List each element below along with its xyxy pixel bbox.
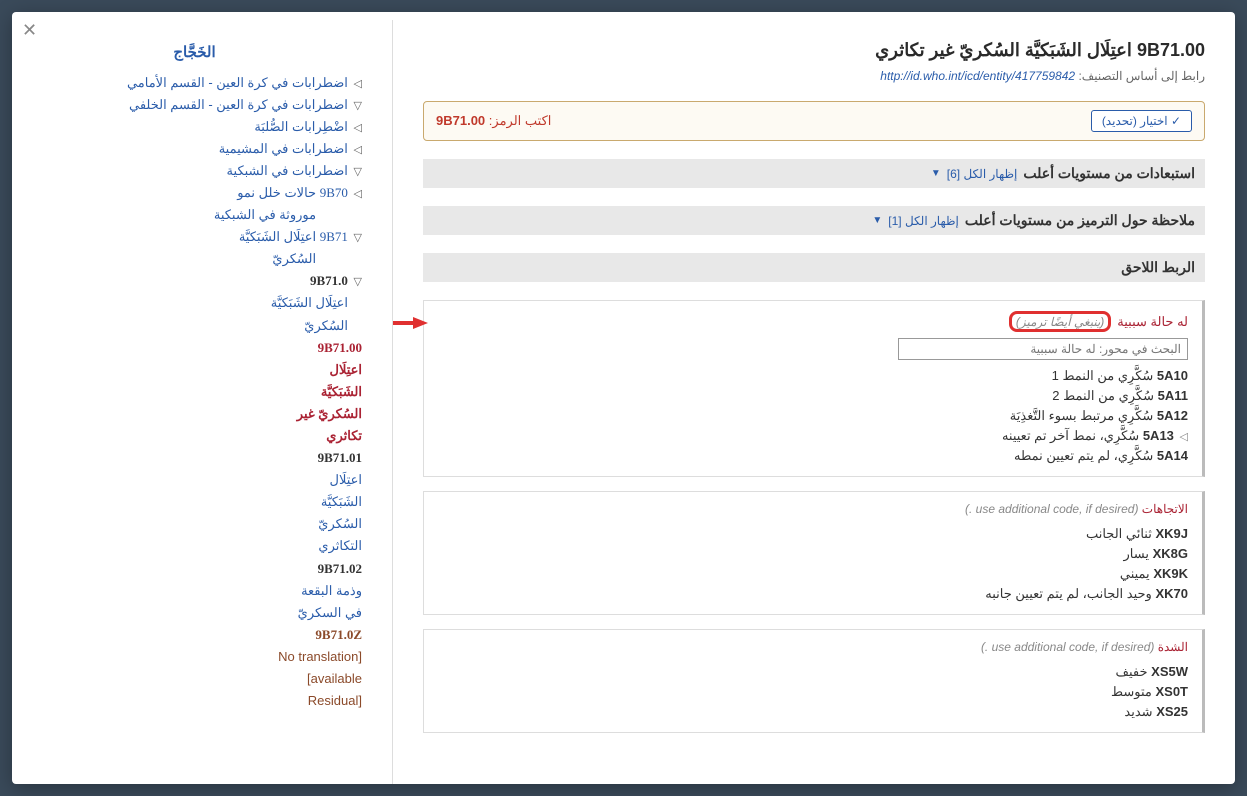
postcoord-severity: الشدة (. use additional code, if desired…	[423, 629, 1205, 733]
coding-note-label: ملاحظة حول الترميز من مستويات أعلٮ	[965, 212, 1195, 229]
postcoord-header: الربط اللاحق	[423, 253, 1205, 282]
tree-node-selected[interactable]: 9B71.00اعتِلَال الشَبَكيَّة السُكريّ غير…	[27, 337, 362, 447]
tree-node[interactable]: ◁ 9B70 حالات خلل نمو موروثة في الشبكية	[27, 182, 362, 226]
annotation-highlight: (ينبغي أيضًا ترميز)	[1009, 311, 1111, 332]
tree-node[interactable]: ▽ 9B71.0اعتِلَال الشَبَكيَّة السُكريّ	[27, 270, 362, 336]
code-value: 9B71.00	[436, 113, 485, 128]
list-item[interactable]: XK8G يسار	[438, 544, 1188, 564]
list-item[interactable]: XK9J ثنائي الجانب	[438, 524, 1188, 544]
code-prompt: اكتب الرمز: 9B71.00	[436, 113, 551, 129]
chevron-left-icon: ◁	[354, 78, 362, 90]
page-title: 9B71.00 اعتِلَال الشَبَكيَّة السُكريّ غي…	[423, 40, 1205, 61]
postcoord-label: الربط اللاحق	[1121, 259, 1195, 276]
exclusions-header[interactable]: استبعادات من مستويات أعلٮ إظهار الكل [6]…	[423, 159, 1205, 188]
chevron-down-icon: ▼	[931, 168, 941, 179]
tree-node[interactable]: ◁ اضْطِرابات الصُّلبَة	[27, 116, 362, 138]
list-item[interactable]: 5A12 سُكَّرِي مرتبط بسوء التَّغذِيَة	[438, 406, 1188, 426]
uri-link[interactable]: http://id.who.int/icd/entity/417759842	[880, 69, 1075, 83]
exclusions-label: استبعادات من مستويات أعلٮ	[1023, 165, 1195, 182]
list-item[interactable]: XS0T متوسط	[438, 682, 1188, 702]
postcoord-causal-title: له حالة سببية (ينبغي أيضًا ترميز)	[438, 311, 1188, 332]
tree-node[interactable]: ▽ 9B71 اعتِلَال الشَبَكيَّة السُكريّ	[27, 226, 362, 270]
tree-node[interactable]: 9B71.02وذمة البقعة في السكريّ	[27, 558, 362, 624]
causal-label: له حالة سببية	[1117, 314, 1188, 330]
exclusions-toggle[interactable]: إظهار الكل [6]	[947, 167, 1018, 181]
severity-title: الشدة (. use additional code, if desired…	[438, 640, 1188, 654]
annotation-arrow	[392, 313, 428, 333]
chevron-down-icon: ▼	[872, 215, 882, 226]
select-button[interactable]: ✓ اختيار (تحديد)	[1091, 110, 1192, 132]
main-panel: 9B71.00 اعتِلَال الشَبَكيَّة السُكريّ غي…	[392, 20, 1235, 784]
hierarchy-sidebar: الخَجَّاج ◁ اضطرابات في كرة العين - القس…	[12, 20, 392, 784]
close-icon[interactable]: ✕	[22, 20, 37, 41]
list-item[interactable]: 5A14 سُكَّرِي، لم يتم تعيين نمطه	[438, 446, 1188, 466]
list-item[interactable]: XS5W خفيف	[438, 662, 1188, 682]
chevron-down-icon: ▽	[354, 100, 362, 112]
should-code-note: (ينبغي أيضًا ترميز)	[1016, 315, 1104, 329]
tree-node[interactable]: 9B71.01اعتِلَال الشَبَكيَّة السُكريّ الت…	[27, 447, 362, 557]
foundation-uri: رابط إلى أساس التصنيف: http://id.who.int…	[423, 69, 1205, 83]
expand-icon[interactable]: ◁	[1180, 431, 1188, 443]
laterality-title: الاتجاهات (. use additional code, if des…	[438, 502, 1188, 516]
title-code: 9B71.00	[1137, 40, 1205, 60]
postcoord-laterality: الاتجاهات (. use additional code, if des…	[423, 491, 1205, 615]
tree-node[interactable]: ▽ اضطرابات في الشبكية	[27, 160, 362, 182]
list-item[interactable]: XK9K يميني	[438, 564, 1188, 584]
coding-note-header[interactable]: ملاحظة حول الترميز من مستويات أعلٮ إظهار…	[423, 206, 1205, 235]
list-item[interactable]: ◁ 5A13 سُكَّرِي، نمط آخر تم تعيينه	[438, 426, 1188, 446]
postcoord-causal: له حالة سببية (ينبغي أيضًا ترميز) 5A10 س…	[423, 300, 1205, 477]
causal-search-input[interactable]	[898, 338, 1188, 360]
tree-node[interactable]: ◁ اضطرابات في المشيمية	[27, 138, 362, 160]
tree-node[interactable]: 9B71.0Z[No translation available] [Resid…	[27, 624, 362, 712]
code-bar: ✓ اختيار (تحديد) اكتب الرمز: 9B71.00	[423, 101, 1205, 141]
modal-content: 9B71.00 اعتِلَال الشَبَكيَّة السُكريّ غي…	[12, 12, 1235, 784]
title-text: اعتِلَال الشَبَكيَّة السُكريّ غير تكاثري	[875, 40, 1132, 60]
list-item[interactable]: 5A10 سُكَّرِي من النمط 1	[438, 366, 1188, 386]
tree-node[interactable]: ◁ اضطرابات في كرة العين - القسم الأمامي	[27, 72, 362, 94]
hierarchy-tree: الخَجَّاج ◁ اضطرابات في كرة العين - القس…	[27, 40, 362, 712]
list-item[interactable]: 5A11 سُكَّرِي من النمط 2	[438, 386, 1188, 406]
uri-label: رابط إلى أساس التصنيف:	[1078, 69, 1205, 83]
tree-node[interactable]: ▽ اضطرابات في كرة العين - القسم الخلفي	[27, 94, 362, 116]
coding-note-toggle[interactable]: إظهار الكل [1]	[888, 214, 959, 228]
list-item[interactable]: XS25 شديد	[438, 702, 1188, 722]
list-item[interactable]: XK70 وحيد الجانب، لم يتم تعيين جانبه	[438, 584, 1188, 604]
entity-modal: ✕ 9B71.00 اعتِلَال الشَبَكيَّة السُكريّ …	[12, 12, 1235, 784]
tree-heading: الخَجَّاج	[27, 40, 362, 66]
code-prompt-label: اكتب الرمز:	[489, 113, 552, 128]
